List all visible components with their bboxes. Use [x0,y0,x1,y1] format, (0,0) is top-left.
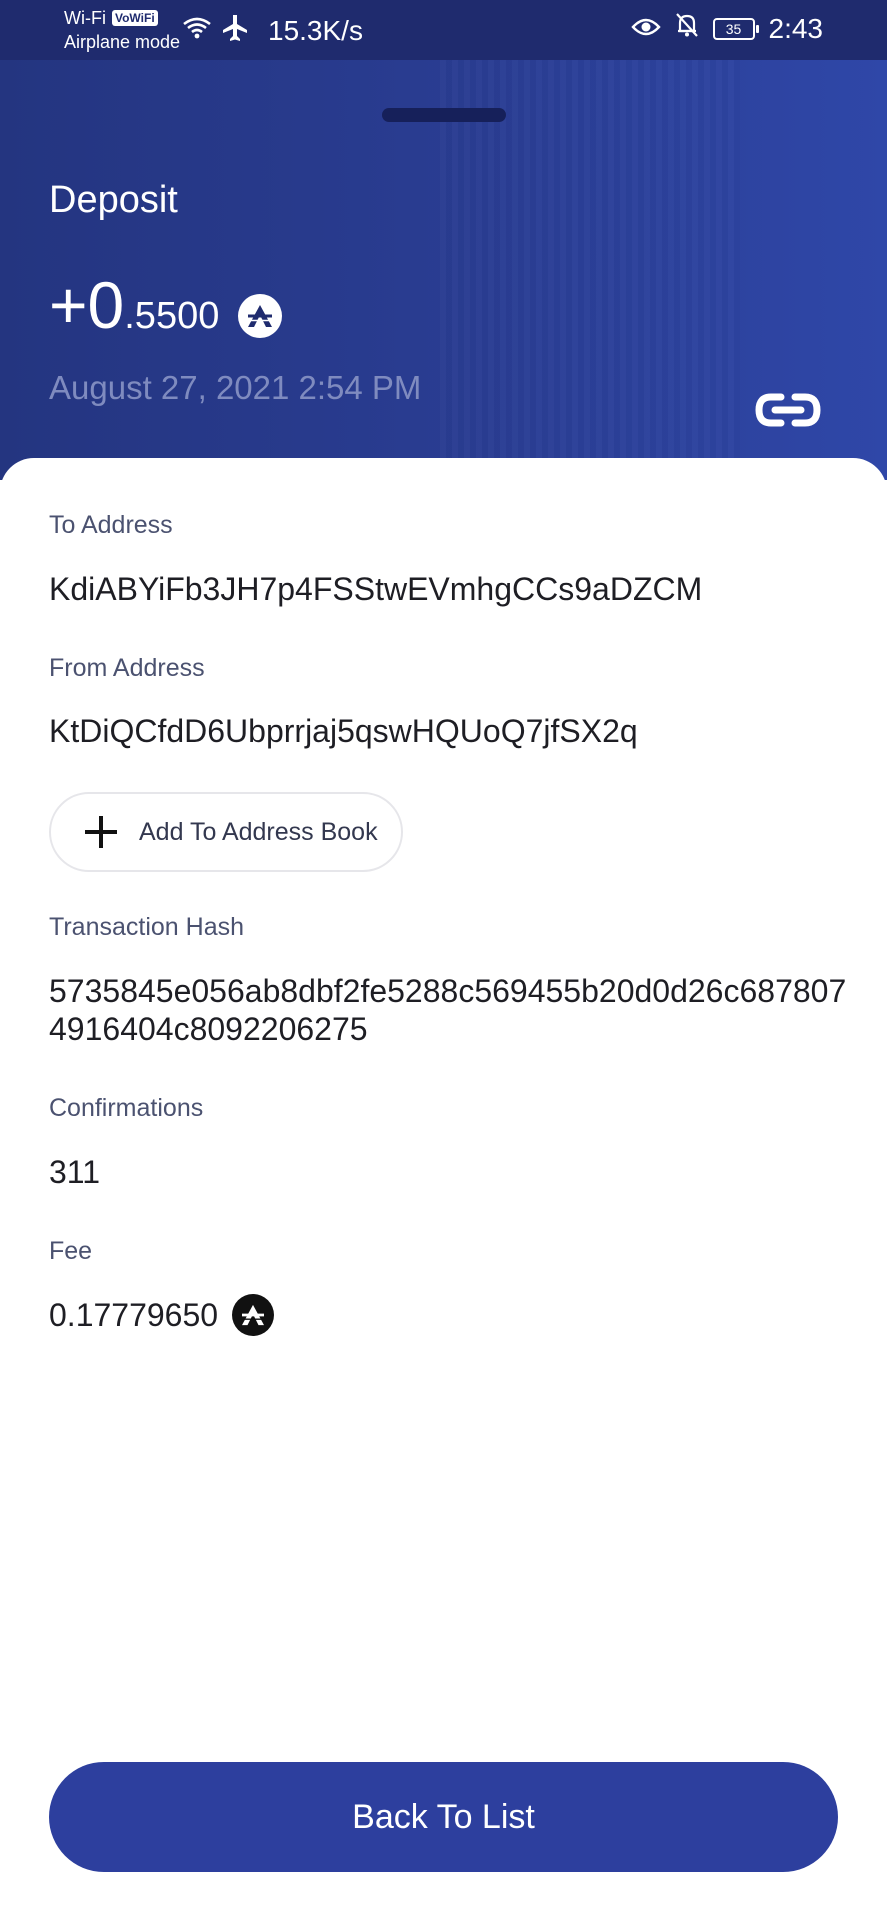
to-address-label: To Address [49,511,173,539]
transaction-type: Deposit [49,179,178,221]
wifi-icon [182,15,212,46]
clock: 2:43 [768,13,824,44]
amount-integer: +0 [49,268,125,342]
network-speed: 15.3K/s [268,14,363,46]
add-to-address-book-label: Add To Address Book [139,818,378,846]
transaction-date: August 27, 2021 2:54 PM [49,369,422,406]
link-icon [753,389,823,436]
astra-coin-icon [232,1294,275,1336]
drag-handle[interactable] [382,108,506,122]
airplane-mode-label: Airplane mode [64,32,181,52]
from-address-label: From Address [49,654,205,682]
eye-icon [630,12,661,46]
battery-icon: 35 [712,18,759,40]
status-icons-left: 15.3K/s [182,14,363,47]
from-address-value: KtDiQCfdD6Ubprrjaj5qswHQUoQ7jfSX2q [49,713,638,749]
confirmations-value: 311 [49,1154,101,1190]
transaction-hash-value: 5735845e056ab8dbf2fe5288c569455b20d0d26c… [49,973,847,1047]
transaction-detail-screen: Wi-Fi VoWiFi Airplane mode 15.3K/s 35 2:… [0,0,887,1920]
fee-label: Fee [49,1237,93,1265]
to-address-value: KdiABYiFb3JH7p4FSStwEVmhgCCs9aDZCM [49,571,703,607]
add-to-address-book-button[interactable]: Add To Address Book [49,792,403,872]
transaction-header: Deposit +0 .5500 August 27, 2021 2:54 PM [0,60,887,480]
explorer-link-button[interactable] [752,390,824,434]
status-bar: Wi-Fi VoWiFi Airplane mode 15.3K/s 35 2:… [0,0,887,60]
airplane-icon [222,14,248,47]
back-to-list-button[interactable]: Back To List [49,1762,838,1872]
amount-decimal: .5500 [124,295,220,337]
transaction-details-card: To Address KdiABYiFb3JH7p4FSStwEVmhgCCs9… [0,458,887,1920]
bell-off-icon [675,12,699,46]
fee-row: 0.17779650 [49,1294,275,1336]
astra-coin-icon [238,294,282,338]
wifi-label: Wi-Fi [64,8,106,28]
plus-icon [85,816,117,848]
transaction-amount: +0 .5500 [49,270,219,340]
fee-value: 0.17779650 [49,1297,219,1333]
transaction-hash-label: Transaction Hash [49,913,244,941]
confirmations-label: Confirmations [49,1094,204,1122]
status-icons-right: 35 2:43 [630,12,824,46]
vowifi-badge: VoWiFi [111,10,158,26]
network-status: Wi-Fi VoWiFi Airplane mode [64,6,180,54]
